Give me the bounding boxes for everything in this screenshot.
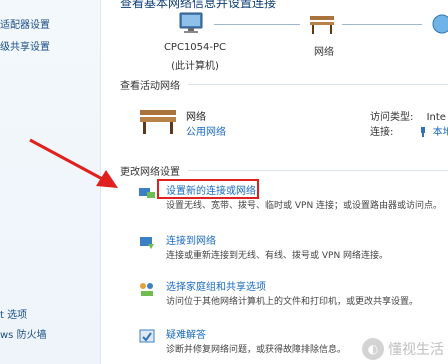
watermark-logo-icon: ◐ [362,338,384,360]
watermark-text: 懂视生活 [388,342,444,358]
annotation-arrow [29,138,118,188]
watermark: ◐ 懂视生活 [362,338,444,360]
